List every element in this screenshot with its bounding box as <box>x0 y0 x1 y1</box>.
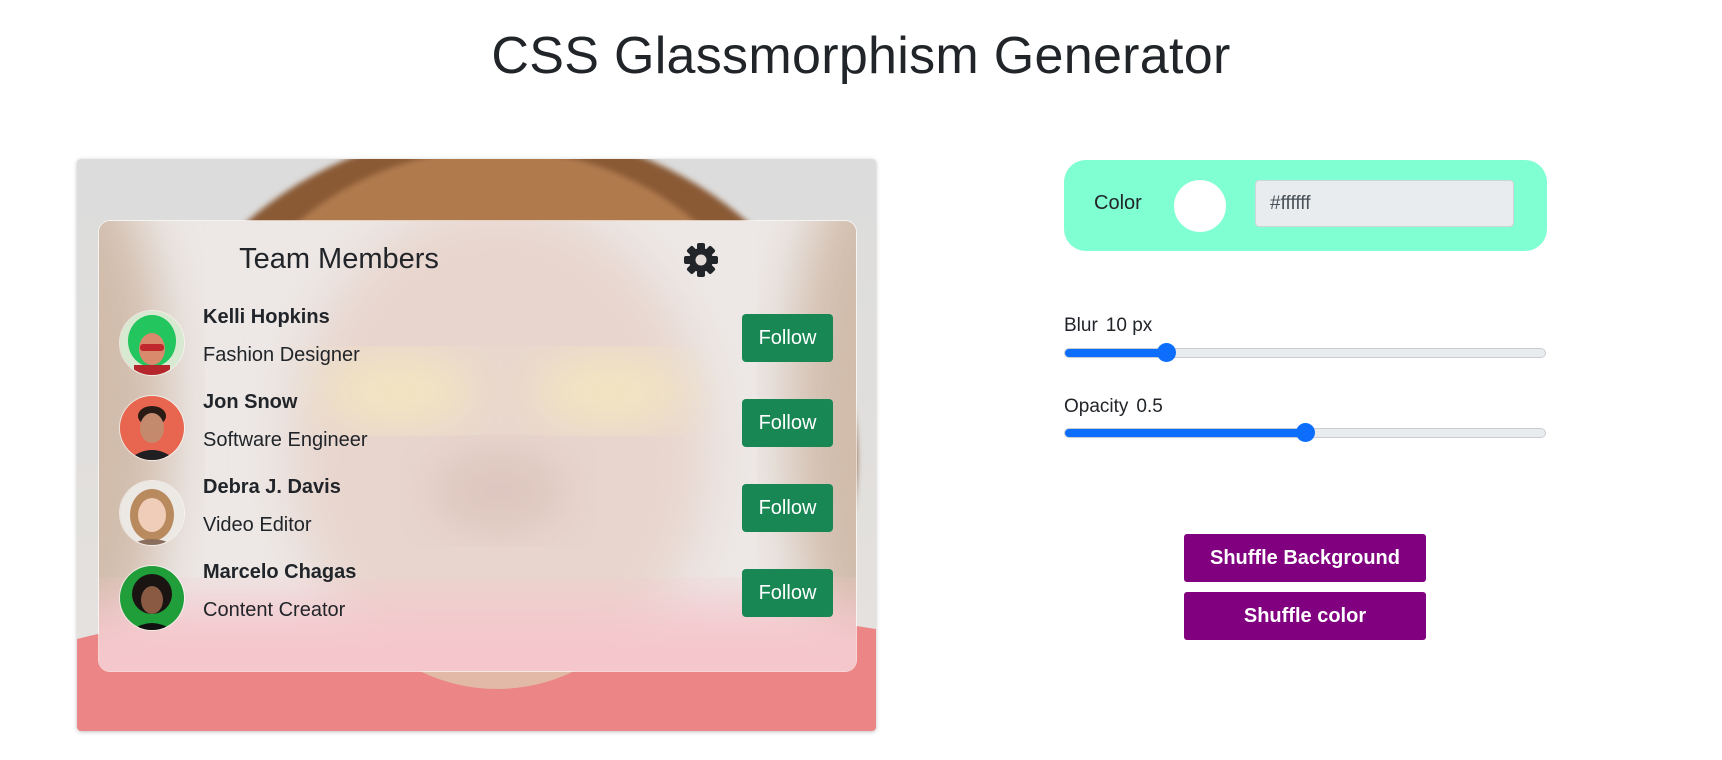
follow-button[interactable]: Follow <box>742 399 833 447</box>
glass-card: Team Members Kelli Hopkins Fashion Desig… <box>98 220 857 672</box>
opacity-slider-thumb[interactable] <box>1296 423 1315 442</box>
member-name: Debra J. Davis <box>203 476 341 498</box>
avatar <box>119 565 185 631</box>
blur-slider[interactable] <box>1064 343 1546 362</box>
opacity-label: Opacity 0.5 <box>1064 396 1163 418</box>
shuffle-background-button[interactable]: Shuffle Background <box>1184 534 1426 582</box>
list-item: Kelli Hopkins Fashion Designer Follow <box>99 306 856 386</box>
avatar <box>119 480 185 546</box>
follow-button[interactable]: Follow <box>742 569 833 617</box>
blur-label: Blur 10 px <box>1064 315 1152 337</box>
member-role: Video Editor <box>203 514 312 536</box>
opacity-slider-fill <box>1065 429 1305 437</box>
blur-slider-fill <box>1065 349 1166 357</box>
preview-area: Team Members Kelli Hopkins Fashion Desig… <box>77 159 876 731</box>
follow-button[interactable]: Follow <box>742 314 833 362</box>
member-name: Jon Snow <box>203 391 298 413</box>
color-label: Color <box>1094 192 1142 214</box>
page-title: CSS Glassmorphism Generator <box>491 27 1231 85</box>
list-item: Jon Snow Software Engineer Follow <box>99 391 856 471</box>
opacity-slider[interactable] <box>1064 423 1546 442</box>
list-item: Debra J. Davis Video Editor Follow <box>99 476 856 556</box>
blur-slider-thumb[interactable] <box>1156 343 1176 362</box>
member-role: Content Creator <box>203 599 346 621</box>
color-swatch[interactable] <box>1174 180 1226 232</box>
opacity-label-text: Opacity <box>1064 396 1129 417</box>
member-role: Software Engineer <box>203 429 368 451</box>
avatar <box>119 395 185 461</box>
gear-icon[interactable] <box>682 241 720 279</box>
list-item: Marcelo Chagas Content Creator Follow <box>99 561 856 641</box>
color-hex-input[interactable] <box>1255 180 1514 227</box>
shuffle-color-button[interactable]: Shuffle color <box>1184 592 1426 640</box>
blur-label-text: Blur <box>1064 315 1098 336</box>
member-name: Kelli Hopkins <box>203 306 330 328</box>
follow-button[interactable]: Follow <box>742 484 833 532</box>
member-role: Fashion Designer <box>203 344 360 366</box>
opacity-value: 0.5 <box>1136 396 1163 417</box>
card-title: Team Members <box>239 243 439 275</box>
blur-value: 10 px <box>1105 315 1153 336</box>
avatar <box>119 310 185 376</box>
color-panel: Color <box>1064 160 1547 251</box>
member-name: Marcelo Chagas <box>203 561 357 583</box>
